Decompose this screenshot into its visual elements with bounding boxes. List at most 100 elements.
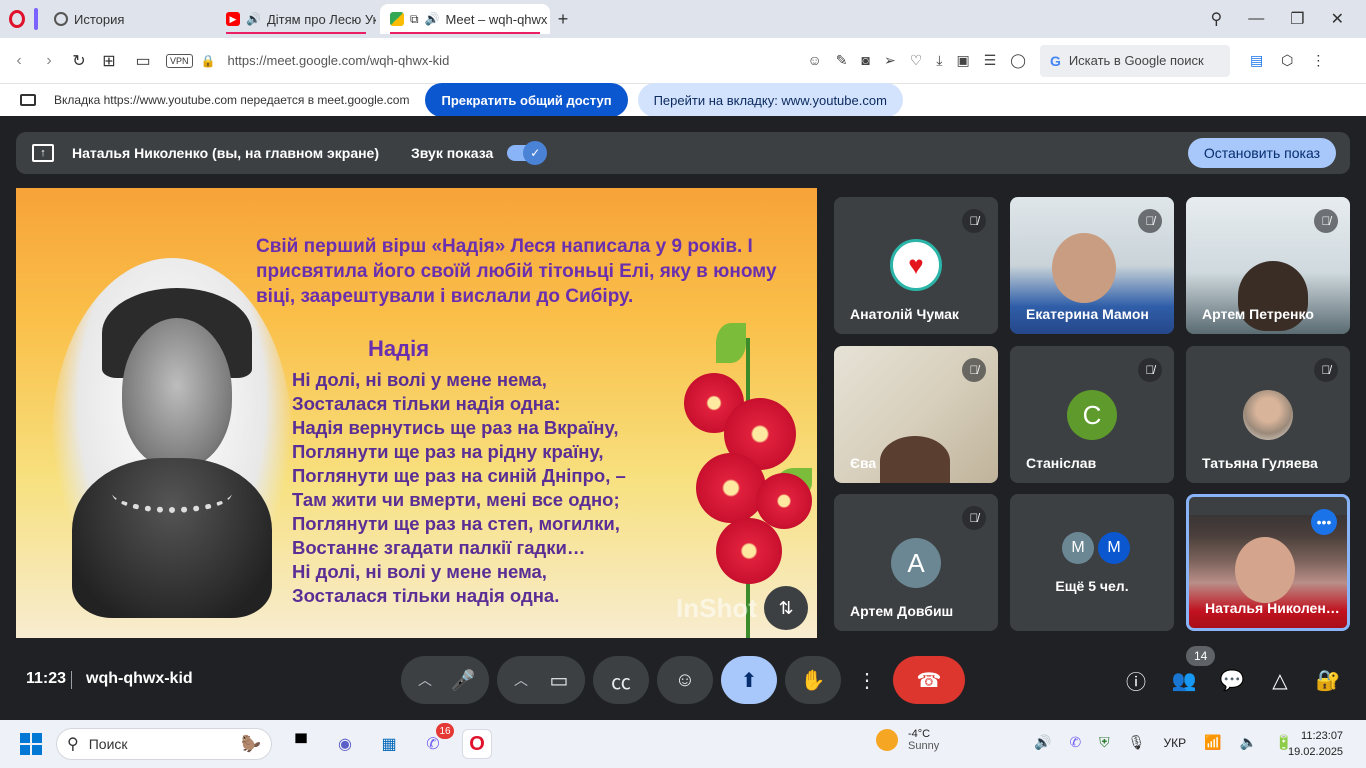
store-icon[interactable]: ▦ bbox=[374, 729, 404, 759]
more-options-button[interactable]: ⋮ bbox=[852, 656, 882, 704]
portrait-necklace bbox=[112, 473, 232, 513]
volume-mixer-icon[interactable]: 🔊 bbox=[1034, 734, 1051, 751]
speaker-icon[interactable]: 🔊 bbox=[425, 12, 440, 26]
flower-bloom bbox=[696, 453, 766, 523]
stop-sharing-button[interactable]: Прекратить общий доступ bbox=[425, 83, 628, 117]
opera-menu-button[interactable] bbox=[0, 0, 34, 38]
avatar: М bbox=[1062, 532, 1094, 564]
vpn-badge[interactable]: VPN bbox=[166, 53, 193, 68]
participant-tile[interactable]: А 🎙̸ Артем Довбиш bbox=[834, 494, 998, 631]
restore-icon[interactable]: ❐ bbox=[1290, 9, 1304, 29]
speaker-tray-icon[interactable]: 🔈 bbox=[1240, 734, 1257, 751]
system-clock[interactable]: 11:23:07 19.02.2025 bbox=[1288, 728, 1343, 760]
host-controls-icon[interactable]: 🔐 bbox=[1314, 666, 1342, 694]
heart-icon[interactable]: ♡ bbox=[910, 52, 923, 69]
wifi-icon[interactable]: 📶 bbox=[1204, 734, 1221, 751]
portrait-image bbox=[52, 258, 292, 618]
participant-name: Татьяна Гуляева bbox=[1202, 455, 1318, 471]
extensions-icon[interactable]: ⬡ bbox=[1281, 52, 1293, 69]
more-participants-label: Ещё 5 чел. bbox=[1055, 578, 1129, 594]
presentation-slide: Свій перший вірш «Надія» Леся написала у… bbox=[16, 188, 817, 638]
search-tabs-icon[interactable]: ⚲ bbox=[1211, 9, 1223, 29]
minimize-icon[interactable]: — bbox=[1248, 10, 1264, 28]
participant-tile[interactable]: ♥ 🎙̸ Анатолій Чумак bbox=[834, 197, 998, 334]
participant-tile[interactable]: 🎙̸ Екатерина Мамон bbox=[1010, 197, 1174, 334]
mic-off-icon: 🎙̸ bbox=[1138, 209, 1162, 233]
reactions-button[interactable]: ☺ bbox=[657, 656, 713, 704]
portrait-face bbox=[122, 318, 232, 468]
microphone-tray-icon[interactable]: 🎙 bbox=[1128, 734, 1146, 751]
start-button[interactable] bbox=[20, 733, 42, 755]
viber-icon[interactable]: ✆ 16 bbox=[418, 723, 454, 759]
participant-name: Артем Петренко bbox=[1202, 306, 1314, 322]
go-to-tab-button[interactable]: Перейти на вкладку: www.youtube.com bbox=[637, 83, 903, 117]
url-field[interactable]: https://meet.google.com/wqh-qhwx-kid bbox=[227, 53, 807, 68]
meeting-code: wqh-qhwx-kid bbox=[86, 670, 193, 687]
raise-hand-button[interactable]: ✋ bbox=[785, 656, 841, 704]
language-indicator[interactable]: УКР bbox=[1163, 736, 1186, 750]
chat-icon[interactable]: 💬 bbox=[1218, 666, 1246, 694]
leave-call-button[interactable]: ☎ bbox=[893, 656, 965, 704]
edit-icon[interactable]: ✎ bbox=[836, 52, 848, 69]
activities-icon[interactable]: △ bbox=[1266, 666, 1294, 694]
player-icon[interactable]: ▣ bbox=[956, 52, 969, 69]
more-participants-tile[interactable]: М М Ещё 5 чел. bbox=[1010, 494, 1174, 631]
more-options-icon[interactable]: ••• bbox=[1311, 509, 1337, 535]
captions-button[interactable]: ㏄ bbox=[593, 656, 649, 704]
workspace-indicator[interactable] bbox=[34, 8, 38, 30]
task-view-icon[interactable]: ▀ bbox=[286, 729, 316, 759]
share-audio-toggle[interactable]: ✓ bbox=[507, 141, 548, 165]
flower-bloom bbox=[716, 518, 782, 584]
speed-dial-icon[interactable]: ⊞ bbox=[94, 51, 124, 71]
meeting-details-icon[interactable]: ⓘ bbox=[1122, 666, 1150, 694]
camera-icon[interactable]: ◙ bbox=[862, 52, 870, 69]
send-icon[interactable]: ➢ bbox=[884, 52, 896, 69]
poem-line: Зосталася тільки надія одна. bbox=[292, 585, 560, 606]
security-icon[interactable]: ⛨ bbox=[1099, 734, 1110, 751]
taskbar-search[interactable]: ⚲ Поиск 🦫 bbox=[56, 728, 272, 760]
poem-text: Ні долі, ні волі у мене нема, Зосталася … bbox=[292, 368, 626, 608]
reload-icon[interactable]: ↻ bbox=[64, 51, 94, 71]
opera-taskbar-icon[interactable]: O bbox=[462, 729, 492, 759]
poem-line: Поглянути ще раз на степ, могилки, bbox=[292, 513, 620, 534]
speaker-icon[interactable]: 🔊 bbox=[246, 12, 261, 26]
tab-youtube[interactable]: ▶ 🔊 Дітям про Лесю Укра bbox=[216, 4, 376, 34]
flower-leaf bbox=[716, 323, 746, 363]
download-icon[interactable]: ⤓ bbox=[936, 52, 942, 69]
close-window-icon[interactable]: ✕ bbox=[1331, 9, 1344, 29]
emoji-icon[interactable]: ☺ bbox=[807, 52, 821, 69]
meet-window: ↑ Наталья Николенко (вы, на главном экра… bbox=[0, 116, 1366, 720]
stop-presenting-button[interactable]: Остановить показ bbox=[1187, 138, 1336, 168]
google-search-box[interactable]: G Искать в Google поиск bbox=[1039, 44, 1230, 77]
people-icon[interactable]: 👥 bbox=[1170, 666, 1198, 694]
viber-tray-icon[interactable]: ✆ bbox=[1069, 734, 1081, 751]
tab-meet[interactable]: ⧉ 🔊 Meet – wqh-qhwx ✕ bbox=[380, 4, 550, 34]
heart-logo-icon: ♥ bbox=[890, 239, 942, 291]
teams-icon[interactable]: ◉ bbox=[330, 729, 360, 759]
lock-icon[interactable]: 🔒 bbox=[201, 54, 216, 68]
avatar: С bbox=[1067, 390, 1117, 440]
sharing-indicator bbox=[390, 32, 540, 34]
self-view-tile[interactable]: ••• Наталья Николен… bbox=[1186, 494, 1350, 631]
back-icon[interactable]: ‹ bbox=[4, 52, 34, 70]
participant-tile[interactable]: 🎙̸ Єва bbox=[834, 346, 998, 483]
tab-sharing-bar: Вкладка https://www.youtube.com передает… bbox=[0, 83, 1366, 117]
wallet-icon[interactable]: ▤ bbox=[1250, 52, 1263, 69]
snapshot-icon[interactable]: ▭ bbox=[128, 51, 158, 71]
menu-icon[interactable]: ⋮ bbox=[1311, 52, 1325, 69]
participant-tile[interactable]: С 🎙̸ Станіслав bbox=[1010, 346, 1174, 483]
tab-history[interactable]: История bbox=[44, 4, 214, 34]
participant-tile[interactable]: 🎙̸ Артем Петренко bbox=[1186, 197, 1350, 334]
camera-button[interactable]: ▭ bbox=[533, 656, 585, 704]
participant-tile[interactable]: 🎙̸ Татьяна Гуляева bbox=[1186, 346, 1350, 483]
microphone-button[interactable]: 🎤 bbox=[437, 656, 489, 704]
present-now-button[interactable]: ⬆ bbox=[721, 656, 777, 704]
weather-widget[interactable]: -4°C Sunny bbox=[876, 728, 939, 752]
profile-icon[interactable]: ◯ bbox=[1010, 52, 1026, 69]
tab-bar: История ▶ 🔊 Дітям про Лесю Укра ⧉ 🔊 Meet… bbox=[0, 0, 1366, 38]
new-tab-button[interactable]: + bbox=[550, 9, 576, 30]
forward-icon[interactable]: › bbox=[34, 52, 64, 70]
easy-setup-icon[interactable]: ☰ bbox=[984, 52, 997, 69]
poem-line: Надія вернутись ще раз на Вкраїну, bbox=[292, 417, 619, 438]
swap-view-button[interactable]: ⇅ bbox=[764, 586, 808, 630]
